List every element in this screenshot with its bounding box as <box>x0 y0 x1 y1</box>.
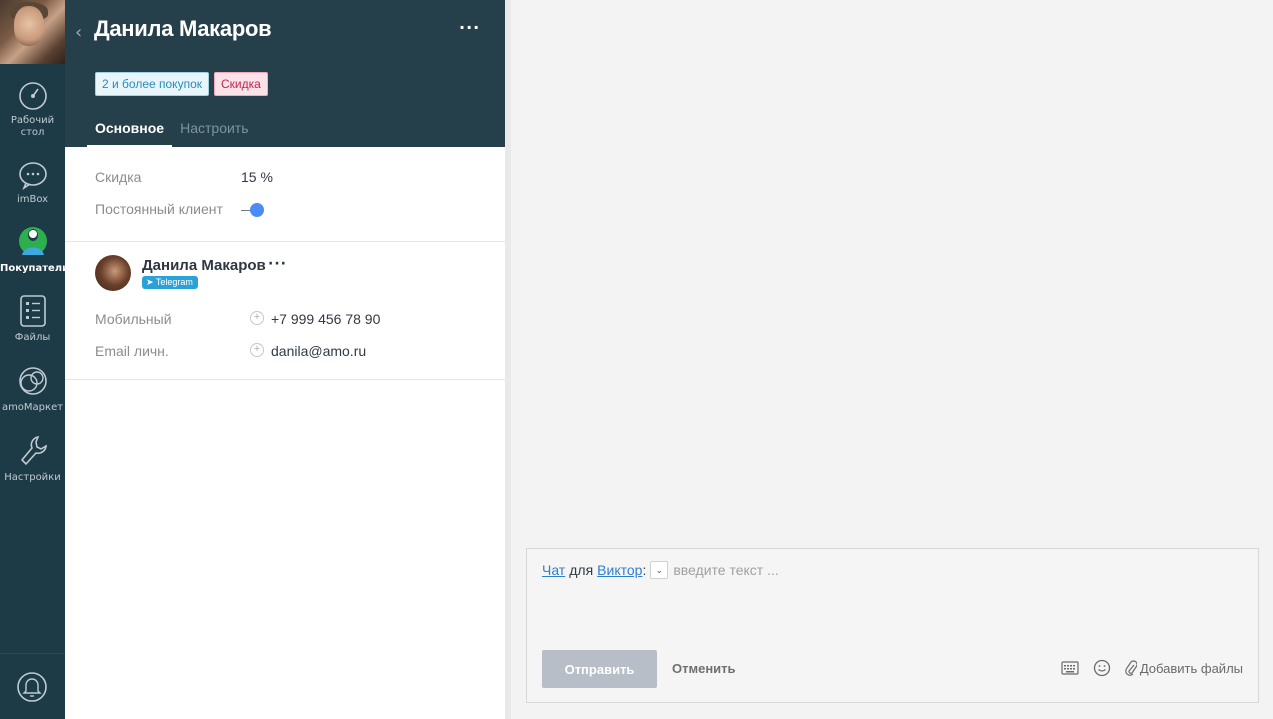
keyboard-icon[interactable] <box>1061 661 1079 675</box>
nav-item-customers[interactable]: Покупатели <box>0 225 70 275</box>
nav-label-dashboard-2: стол <box>20 127 45 138</box>
nav-label-customers: Покупатели <box>0 263 70 274</box>
card-header: ‹ Данила Макаров ··· 2 и более покупок С… <box>65 0 505 148</box>
chevron-down-icon: ⌄ <box>655 565 664 575</box>
contact-more-button[interactable]: ··· <box>268 256 287 272</box>
contact-avatar[interactable] <box>95 255 131 291</box>
contact-name[interactable]: Данила Макаров <box>142 257 266 274</box>
back-button[interactable]: ‹ <box>75 22 82 43</box>
emoji-icon[interactable] <box>1093 659 1111 677</box>
composer-header: Чат для Виктор : ⌄ введите текст ... <box>542 561 779 579</box>
phone-label: Мобильный <box>95 311 172 327</box>
tab-main[interactable]: Основное <box>87 112 173 148</box>
nav-item-settings[interactable]: Настройки <box>0 434 65 484</box>
files-icon <box>19 295 46 327</box>
attach-files-label: Добавить файлы <box>1139 660 1243 676</box>
cancel-button[interactable]: Отменить <box>672 661 736 676</box>
discount-value[interactable]: 15 % <box>241 169 273 185</box>
nav-item-dashboard[interactable]: Рабочий стол <box>0 81 65 139</box>
email-label: Email личн. <box>95 343 169 359</box>
left-nav: Рабочий стол imBox Покупатели Файлы amoМ… <box>0 0 70 719</box>
mode-link[interactable]: Чат <box>542 562 565 578</box>
divider <box>65 241 505 242</box>
phone-value[interactable]: +7 999 456 78 90 <box>271 311 380 327</box>
nav-label-files: Файлы <box>14 332 51 343</box>
regular-client-label: Постоянный клиент <box>95 201 223 217</box>
tab-configure[interactable]: Настроить <box>172 112 256 148</box>
customer-card: ‹ Данила Макаров ··· 2 и более покупок С… <box>65 0 505 719</box>
bell-icon[interactable] <box>16 670 48 704</box>
page-title[interactable]: Данила Макаров <box>94 16 272 42</box>
nav-label-settings: Настройки <box>4 472 61 483</box>
market-icon <box>18 367 47 395</box>
nav-label-dashboard-1: Рабочий <box>10 115 55 126</box>
send-button[interactable]: Отправить <box>542 650 657 688</box>
colon-text: : <box>642 562 647 578</box>
wrench-icon <box>20 435 47 466</box>
nav-label-imbox: imBox <box>16 194 49 205</box>
message-composer: Чат для Виктор : ⌄ введите текст ... Отп… <box>526 548 1259 703</box>
notifications-area <box>0 653 65 719</box>
paper-plane-icon: ➤ <box>146 277 156 287</box>
divider <box>65 379 505 380</box>
nav-item-market[interactable]: amoМаркет <box>0 364 65 414</box>
tag-purchases[interactable]: 2 и более покупок <box>95 72 209 96</box>
add-email-icon[interactable]: + <box>250 343 264 357</box>
nav-label-market: amoМаркет <box>1 402 64 413</box>
toggle-knob <box>250 203 264 217</box>
avatar-face <box>14 6 44 46</box>
paperclip-icon <box>1124 660 1137 676</box>
user-avatar[interactable] <box>0 0 65 64</box>
composer-tools: Добавить файлы <box>1061 659 1243 677</box>
recipient-link[interactable]: Виктор <box>597 562 642 578</box>
telegram-label: Telegram <box>155 277 193 287</box>
message-input[interactable]: введите текст ... <box>673 562 778 578</box>
discount-label: Скидка <box>95 169 142 185</box>
card-tabs: Основное Настроить <box>87 112 257 148</box>
nav-item-imbox[interactable]: imBox <box>0 160 65 206</box>
regular-client-toggle[interactable] <box>241 203 267 217</box>
telegram-badge: ➤ Telegram <box>142 276 198 289</box>
tag-discount[interactable]: Скидка <box>214 72 268 96</box>
panel-divider <box>505 0 511 719</box>
attach-files-button[interactable]: Добавить файлы <box>1124 660 1243 676</box>
recipient-dropdown[interactable]: ⌄ <box>650 561 669 579</box>
more-menu-button[interactable]: ··· <box>459 18 480 37</box>
nav-item-files[interactable]: Файлы <box>0 294 65 344</box>
email-value[interactable]: danila@amo.ru <box>271 343 366 359</box>
dashboard-icon <box>18 82 47 110</box>
tag-list: 2 и более покупок Скидка <box>95 72 268 96</box>
chat-bubble-icon <box>18 162 47 190</box>
for-text: для <box>569 562 594 578</box>
add-phone-icon[interactable]: + <box>250 311 264 325</box>
customers-icon <box>18 227 47 255</box>
